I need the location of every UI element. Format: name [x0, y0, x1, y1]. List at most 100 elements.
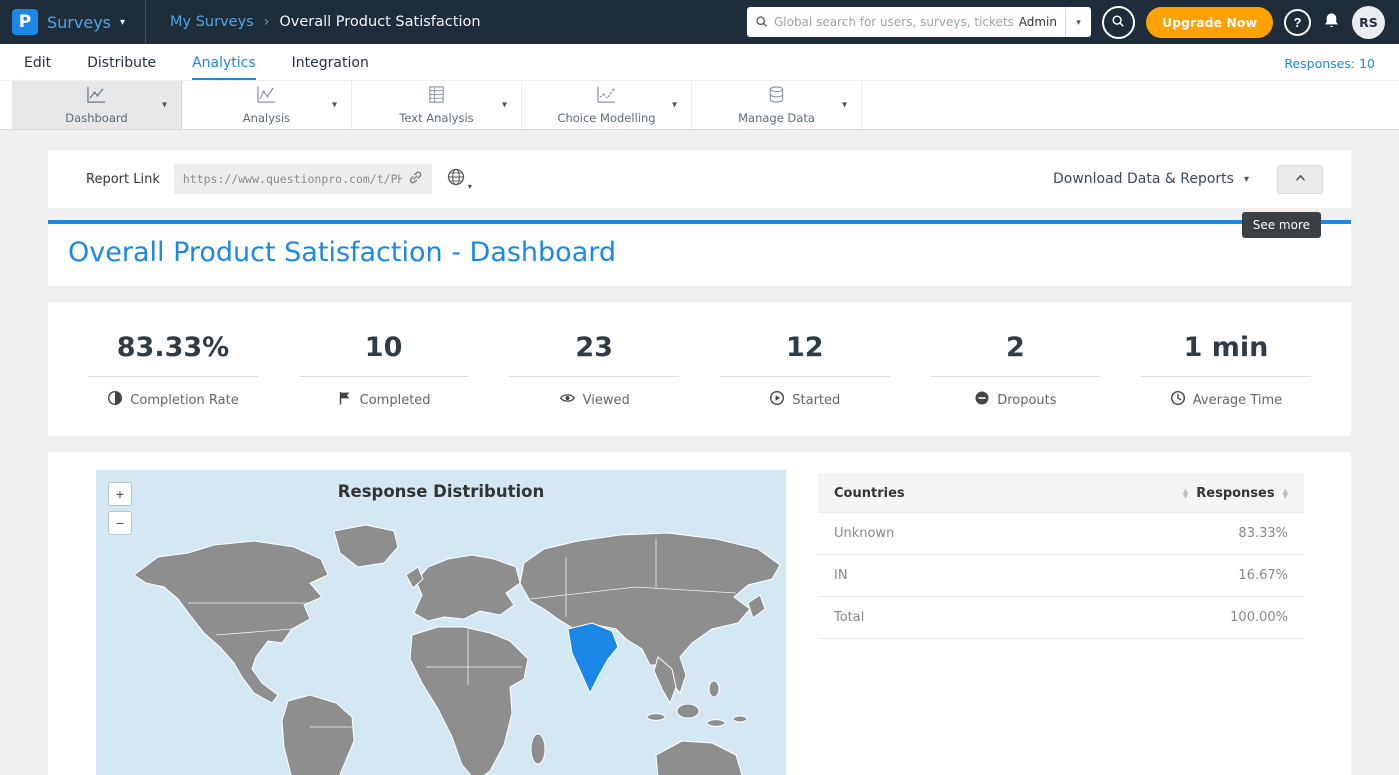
world-map[interactable]	[96, 504, 786, 775]
report-link-bar: Report Link https://www.questionpro.com/…	[48, 150, 1351, 208]
stat-viewed: 23 Viewed	[509, 332, 679, 410]
breadcrumb-separator: ›	[264, 14, 270, 30]
stat-label: Dropouts	[997, 393, 1056, 408]
island	[733, 716, 747, 722]
island	[677, 704, 699, 718]
stat-value: 23	[509, 332, 679, 377]
philippines	[709, 681, 719, 697]
top-header: P Surveys ▾ My Surveys › Overall Product…	[0, 0, 1399, 44]
tab-label: Dashboard	[65, 111, 127, 125]
download-data-reports-button[interactable]: Download Data & Reports	[1053, 171, 1234, 187]
responses-cell: 100.00%	[1230, 610, 1288, 625]
stat-label: Started	[792, 393, 840, 408]
africa	[410, 627, 528, 775]
chevron-down-icon[interactable]: ▾	[502, 100, 507, 111]
help-button[interactable]: ?	[1284, 9, 1311, 36]
table-row: Total 100.00%	[818, 597, 1304, 639]
search-icon	[755, 13, 768, 32]
sort-desc-icon: ▼	[1183, 494, 1188, 498]
survey-section-nav: Edit Distribute Analytics Integration Re…	[0, 44, 1399, 80]
tab-choice-modelling[interactable]: Choice Modelling ▾	[522, 81, 692, 129]
countries-table: Countries ▲ ▼ Responses ▲ ▼ Unknown 83.3…	[818, 474, 1304, 639]
island	[707, 720, 725, 727]
table-row: IN 16.67%	[818, 555, 1304, 597]
report-url-box[interactable]: https://www.questionpro.com/t/PHBt	[174, 164, 432, 194]
link-icon	[408, 170, 423, 189]
sort-icon[interactable]: ▲ ▼	[1283, 489, 1288, 498]
greenland	[334, 525, 398, 567]
tab-label: Text Analysis	[399, 111, 473, 125]
breadcrumb-my-surveys[interactable]: My Surveys	[170, 14, 254, 30]
global-search-box: Admin	[747, 7, 1065, 37]
report-language-button[interactable]: ▾	[446, 167, 472, 191]
stat-completion-rate: 83.33% Completion Rate	[88, 332, 258, 410]
search-input[interactable]	[774, 15, 1013, 29]
product-switcher[interactable]: P Surveys ▾	[12, 0, 146, 44]
report-bar-actions: Download Data & Reports ▾	[1053, 165, 1323, 194]
response-distribution-card: Response Distribution + −	[48, 452, 1351, 775]
column-countries[interactable]: Countries	[834, 486, 1175, 501]
responses-cell: 83.33%	[1238, 526, 1288, 541]
countries-table-header: Countries ▲ ▼ Responses ▲ ▼	[818, 474, 1304, 513]
manage-data-icon	[767, 85, 786, 108]
search-scope-dropdown[interactable]: ▾	[1065, 7, 1091, 37]
chevron-down-icon: ▾	[1076, 17, 1081, 27]
nav-distribute[interactable]: Distribute	[87, 55, 156, 80]
completion-rate-icon	[107, 390, 123, 410]
nav-integration[interactable]: Integration	[292, 55, 369, 80]
page-title: Overall Product Satisfaction - Dashboard	[68, 237, 1331, 268]
island	[647, 714, 665, 721]
sort-icon[interactable]: ▲ ▼	[1183, 489, 1188, 498]
text-analysis-icon	[427, 85, 446, 108]
stat-value: 12	[720, 332, 890, 377]
europe	[414, 555, 520, 621]
stats-summary: 83.33% Completion Rate 10 Completed 23 V…	[48, 302, 1351, 436]
nav-analytics[interactable]: Analytics	[192, 55, 256, 80]
australia	[656, 741, 742, 775]
responses-count: Responses: 10	[1284, 56, 1375, 80]
stat-value: 10	[299, 332, 469, 377]
country-cell: Unknown	[834, 526, 1238, 541]
chevron-down-icon[interactable]: ▾	[162, 100, 167, 111]
sort-desc-icon: ▼	[1283, 494, 1288, 498]
search-scope-label: Admin	[1019, 15, 1057, 29]
questionpro-logo: P	[12, 9, 38, 35]
title-card: Overall Product Satisfaction - Dashboard	[48, 220, 1351, 286]
chevron-up-icon	[1293, 171, 1308, 188]
map-title: Response Distribution	[96, 470, 786, 501]
zoom-in-button[interactable]: +	[108, 482, 132, 506]
dashboard-icon	[86, 85, 107, 108]
header-actions: Admin ▾ Upgrade Now ? RS	[747, 6, 1385, 39]
flag-icon	[337, 390, 353, 410]
chevron-down-icon[interactable]: ▾	[842, 100, 847, 111]
bell-icon	[1322, 11, 1341, 33]
notifications-button[interactable]	[1322, 11, 1341, 33]
chevron-down-icon[interactable]: ▾	[672, 100, 677, 111]
page-content: Report Link https://www.questionpro.com/…	[0, 130, 1399, 775]
analysis-icon	[256, 85, 277, 108]
world-map-panel[interactable]: Response Distribution + −	[96, 470, 786, 775]
stat-average-time: 1 min Average Time	[1141, 332, 1311, 410]
asia	[520, 533, 780, 693]
tab-label: Choice Modelling	[557, 111, 655, 125]
stat-label: Completed	[360, 393, 431, 408]
minus-circle-icon	[974, 390, 990, 410]
chevron-down-icon: ▾	[120, 17, 125, 28]
collapse-panel-button[interactable]	[1277, 165, 1323, 194]
nav-edit[interactable]: Edit	[24, 55, 51, 80]
chevron-down-icon[interactable]: ▾	[332, 100, 337, 111]
chevron-down-icon[interactable]: ▾	[1244, 174, 1249, 185]
advanced-search-button[interactable]	[1102, 6, 1135, 39]
tab-dashboard[interactable]: Dashboard ▾	[12, 81, 182, 129]
stat-value: 2	[930, 332, 1100, 377]
tab-text-analysis[interactable]: Text Analysis ▾	[352, 81, 522, 129]
madagascar	[531, 734, 545, 764]
tab-analysis[interactable]: Analysis ▾	[182, 81, 352, 129]
search-icon	[1111, 14, 1125, 31]
upgrade-now-button[interactable]: Upgrade Now	[1146, 7, 1273, 38]
report-url[interactable]: https://www.questionpro.com/t/PHBt	[183, 172, 402, 186]
column-responses[interactable]: Responses	[1196, 486, 1274, 501]
user-avatar[interactable]: RS	[1352, 6, 1385, 39]
tab-manage-data[interactable]: Manage Data ▾	[692, 81, 862, 129]
north-america	[134, 541, 328, 703]
